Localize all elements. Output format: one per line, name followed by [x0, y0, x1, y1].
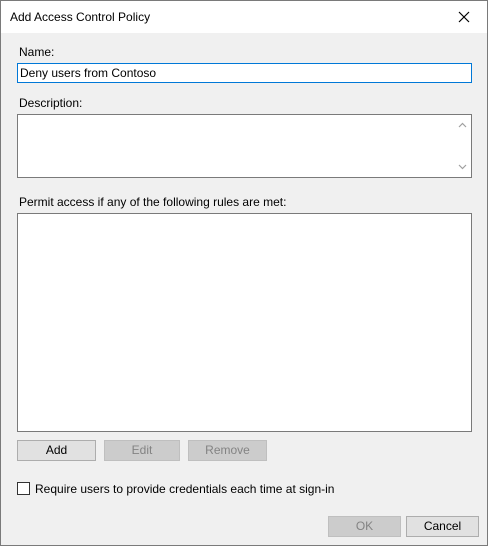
name-label: Name: — [19, 45, 55, 59]
require-credentials-label[interactable]: Require users to provide credentials eac… — [35, 482, 334, 496]
rules-list[interactable] — [17, 213, 472, 432]
add-rule-button[interactable]: Add — [17, 440, 96, 461]
title-bar: Add Access Control Policy — [1, 1, 487, 33]
dialog-title: Add Access Control Policy — [10, 10, 151, 24]
require-credentials-checkbox[interactable] — [17, 482, 30, 495]
description-label: Description: — [19, 96, 83, 110]
scroll-down-icon[interactable] — [455, 160, 469, 174]
scroll-up-icon[interactable] — [455, 118, 469, 132]
dialog-window: Add Access Control Policy Name: Descript… — [0, 0, 488, 546]
description-textarea[interactable] — [17, 114, 472, 178]
ok-button[interactable]: OK — [328, 516, 401, 537]
close-button[interactable] — [441, 1, 487, 33]
rules-label: Permit access if any of the following ru… — [19, 195, 287, 209]
edit-rule-button[interactable]: Edit — [104, 440, 180, 461]
cancel-button[interactable]: Cancel — [406, 516, 479, 537]
name-input[interactable] — [17, 63, 472, 83]
remove-rule-button[interactable]: Remove — [188, 440, 267, 461]
close-icon — [458, 11, 470, 23]
